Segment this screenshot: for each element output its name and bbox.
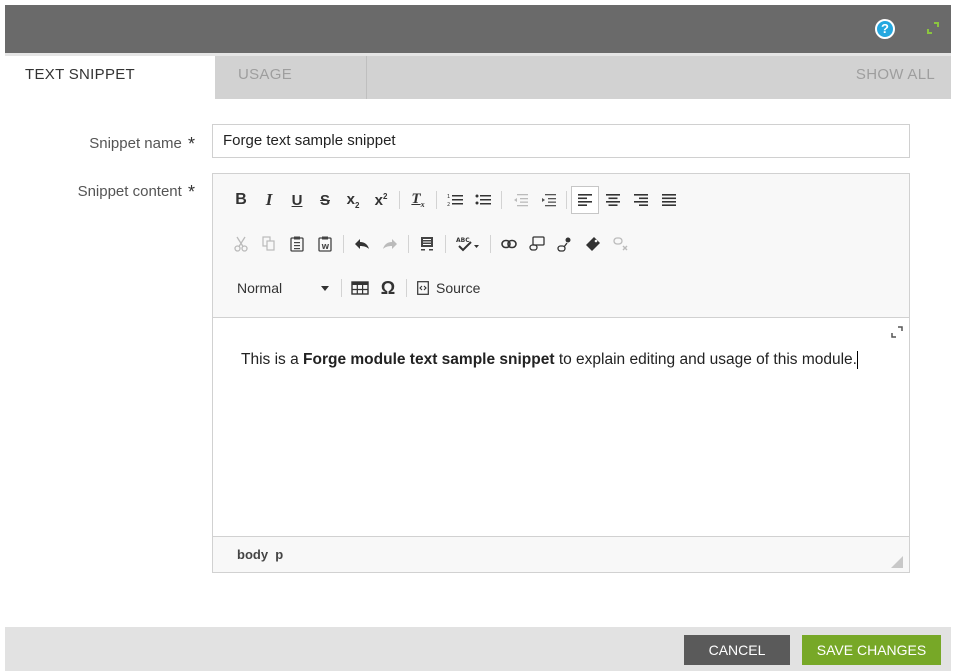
paste-word-icon[interactable]: W: [311, 230, 339, 258]
undo-icon[interactable]: [348, 230, 376, 258]
rich-text-editor: B I U S x2 x2 Tx 12 W ABC Normal Ω Sourc…: [212, 173, 910, 573]
cut-icon[interactable]: [227, 230, 255, 258]
numbered-list-icon[interactable]: 12: [441, 186, 469, 214]
table-icon[interactable]: [346, 274, 374, 302]
align-right-icon[interactable]: [627, 186, 655, 214]
snippet-dialog: ? TEXT SNIPPET USAGE SHOW ALL Snippet na…: [5, 5, 951, 671]
svg-text:W: W: [322, 243, 330, 251]
title-bar: ?: [5, 5, 951, 53]
italic-button[interactable]: I: [255, 186, 283, 214]
format-select[interactable]: Normal: [227, 274, 337, 302]
source-label: Source: [436, 280, 481, 296]
required-asterisk: *: [187, 134, 195, 154]
anchor-icon[interactable]: [579, 230, 607, 258]
resize-handle-icon[interactable]: [891, 556, 903, 568]
toolbar-separator: [343, 235, 344, 253]
svg-text:ABC: ABC: [456, 237, 470, 244]
tab-text-snippet[interactable]: TEXT SNIPPET: [5, 56, 215, 99]
editor-content[interactable]: This is a Forge module text sample snipp…: [213, 317, 909, 536]
toolbar-separator: [490, 235, 491, 253]
unlink-icon[interactable]: [523, 230, 551, 258]
toolbar-separator: [445, 235, 446, 253]
toolbar-separator: [406, 279, 407, 297]
tab-usage[interactable]: USAGE: [215, 56, 367, 99]
remove-anchor-icon[interactable]: [607, 230, 635, 258]
snippet-content-label: Snippet content *: [5, 180, 195, 202]
align-center-icon[interactable]: [599, 186, 627, 214]
editor-toolbar: B I U S x2 x2 Tx 12 W ABC Normal Ω Sourc…: [213, 174, 909, 317]
copy-icon[interactable]: [255, 230, 283, 258]
bold-button[interactable]: B: [227, 186, 255, 214]
toolbar-separator: [501, 191, 502, 209]
anchor-link-icon[interactable]: [551, 230, 579, 258]
indent-icon[interactable]: [534, 186, 562, 214]
remove-format-button[interactable]: Tx: [404, 186, 432, 214]
page-break-icon[interactable]: [413, 230, 441, 258]
spellcheck-icon[interactable]: ABC: [450, 230, 486, 258]
toolbar-row-2: W ABC: [227, 229, 635, 259]
content-text: This is a: [241, 351, 304, 368]
strikethrough-button[interactable]: S: [311, 186, 339, 214]
toolbar-separator: [436, 191, 437, 209]
save-changes-button[interactable]: SAVE CHANGES: [802, 635, 941, 665]
snippet-name-label-text: Snippet name: [89, 135, 182, 152]
toolbar-separator: [566, 191, 567, 209]
source-button[interactable]: Source: [411, 274, 486, 302]
help-icon[interactable]: ?: [875, 19, 895, 39]
svg-text:1: 1: [447, 194, 450, 200]
toolbar-separator: [341, 279, 342, 297]
underline-button[interactable]: U: [283, 186, 311, 214]
toolbar-row-3: Normal Ω Source: [227, 273, 486, 303]
content-bold-text: Forge module text sample snippet: [303, 351, 555, 368]
content-text: to explain editing and usage of this mod…: [554, 351, 857, 368]
toolbar-separator: [408, 235, 409, 253]
snippet-content-label-text: Snippet content: [77, 183, 182, 200]
maximize-icon[interactable]: [891, 326, 903, 338]
tab-show-all[interactable]: SHOW ALL: [367, 56, 951, 99]
align-left-icon[interactable]: [571, 186, 599, 214]
bulleted-list-icon[interactable]: [469, 186, 497, 214]
toolbar-separator: [399, 191, 400, 209]
outdent-icon[interactable]: [506, 186, 534, 214]
special-char-icon[interactable]: Ω: [374, 274, 402, 302]
caret-down-icon: [321, 285, 329, 291]
justify-icon[interactable]: [655, 186, 683, 214]
toolbar-row-1: B I U S x2 x2 Tx 12: [227, 185, 683, 215]
snippet-name-input[interactable]: Forge text sample snippet: [212, 124, 910, 158]
snippet-name-label: Snippet name *: [5, 132, 195, 154]
paste-icon[interactable]: [283, 230, 311, 258]
svg-text:2: 2: [447, 202, 450, 207]
format-select-value: Normal: [237, 280, 283, 296]
element-path[interactable]: body p: [237, 547, 283, 562]
required-asterisk: *: [187, 182, 195, 202]
superscript-button[interactable]: x2: [367, 186, 395, 214]
link-icon[interactable]: [495, 230, 523, 258]
source-icon: [417, 281, 429, 295]
expand-icon[interactable]: [925, 20, 941, 36]
text-caret: [856, 350, 858, 369]
element-path-bar: body p: [213, 536, 909, 572]
subscript-button[interactable]: x2: [339, 186, 367, 214]
cancel-button[interactable]: CANCEL: [684, 635, 790, 665]
dialog-footer: CANCEL SAVE CHANGES: [5, 627, 951, 671]
tab-bar: TEXT SNIPPET USAGE SHOW ALL: [5, 53, 951, 99]
redo-icon[interactable]: [376, 230, 404, 258]
